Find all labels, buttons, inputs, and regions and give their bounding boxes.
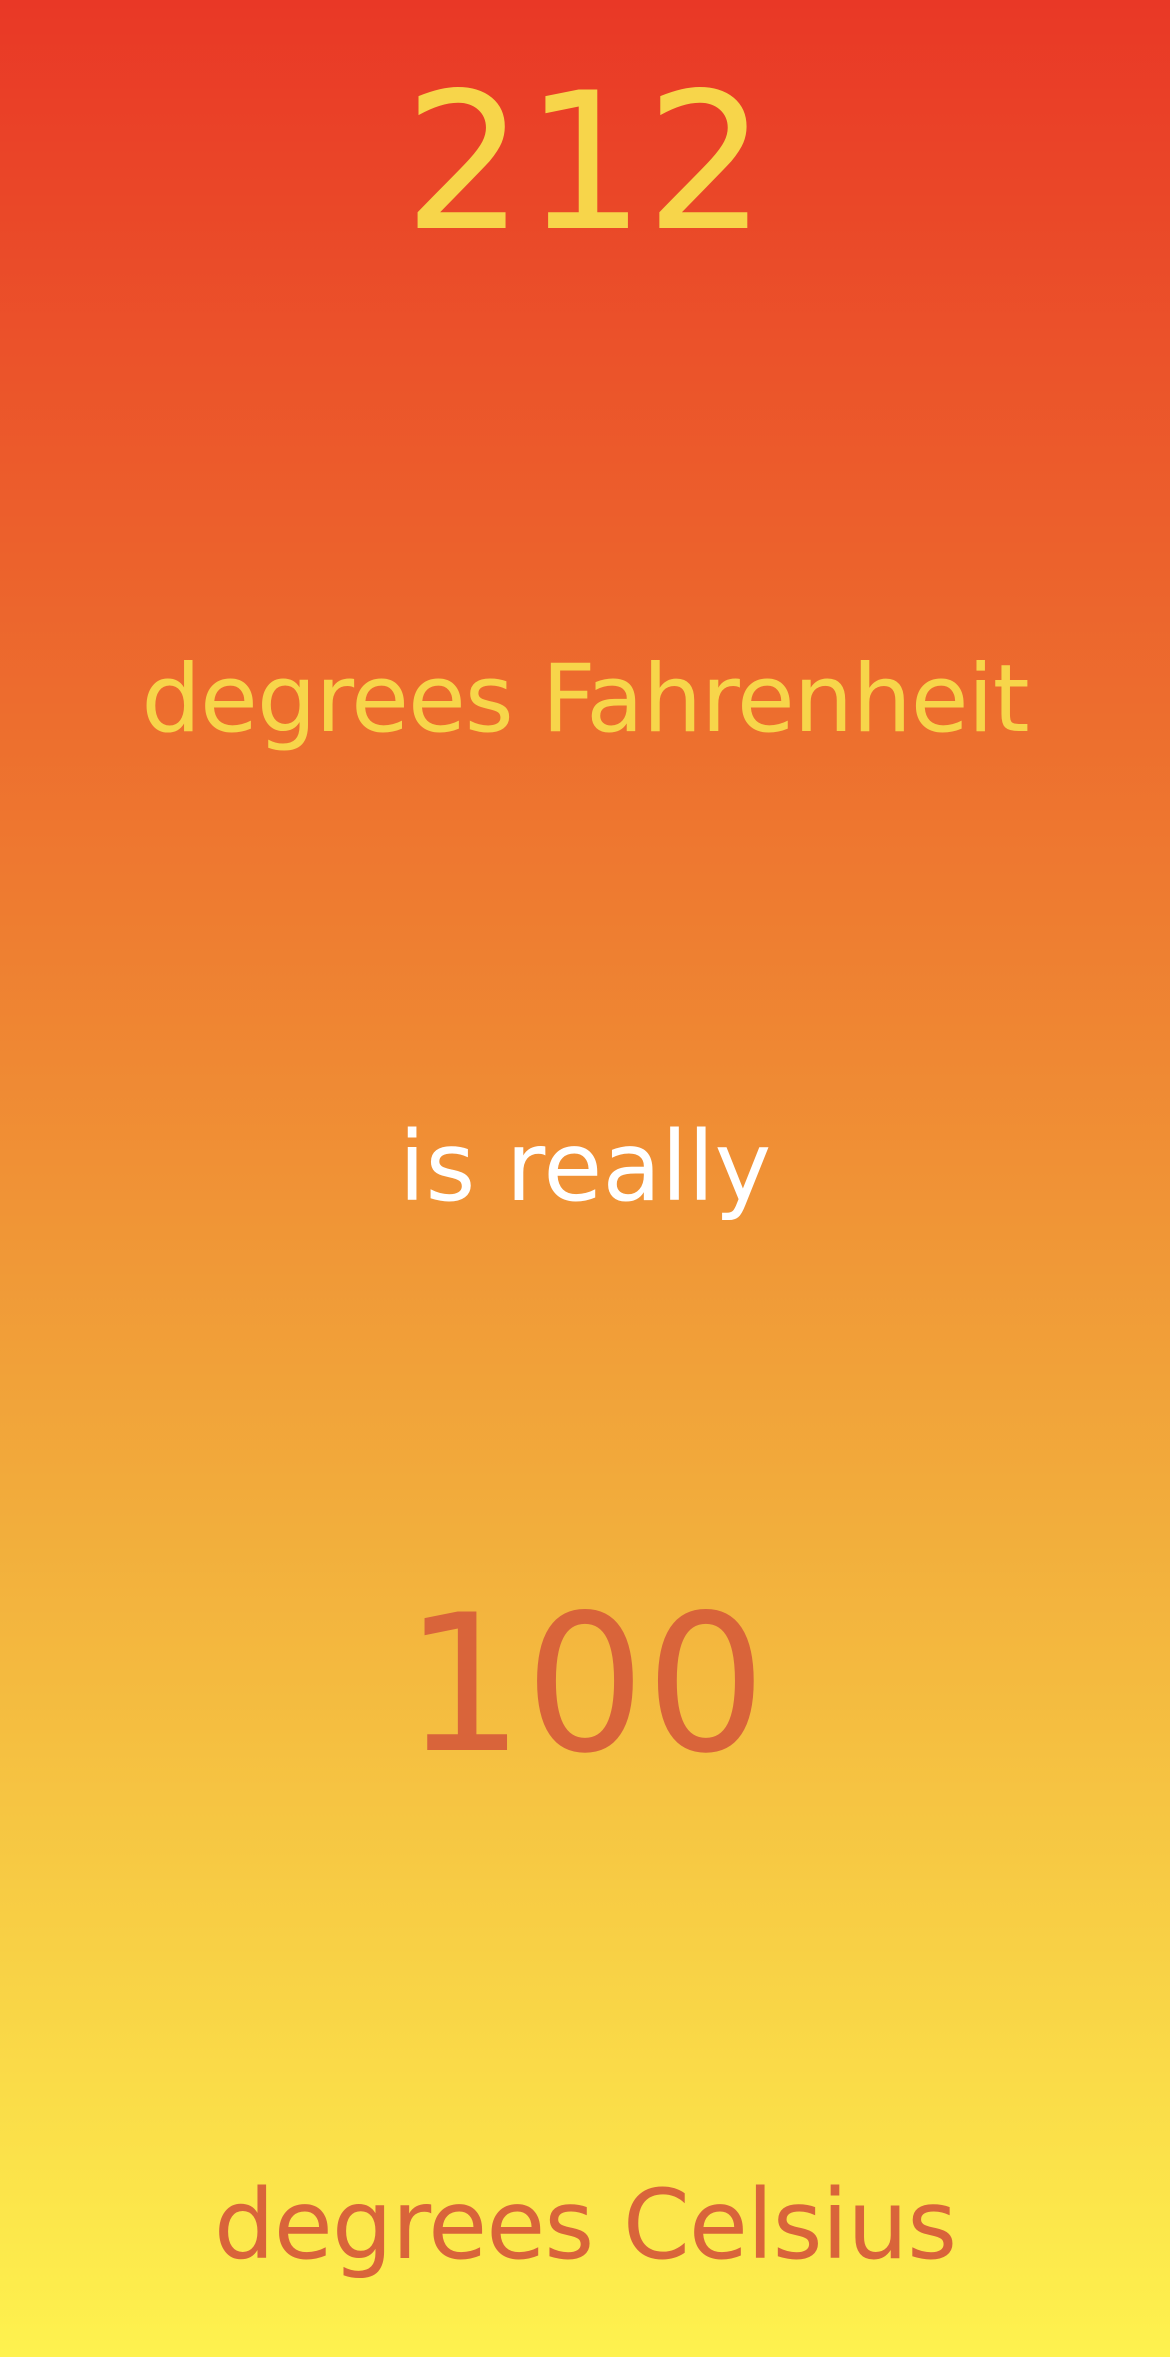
connector-text: is really (398, 1111, 772, 1223)
fahrenheit-value: 212 (403, 52, 767, 273)
fahrenheit-unit-label: degrees Fahrenheit (141, 645, 1029, 754)
celsius-value: 100 (403, 1574, 767, 1795)
celsius-unit-label: degrees Celsius (213, 2169, 957, 2281)
